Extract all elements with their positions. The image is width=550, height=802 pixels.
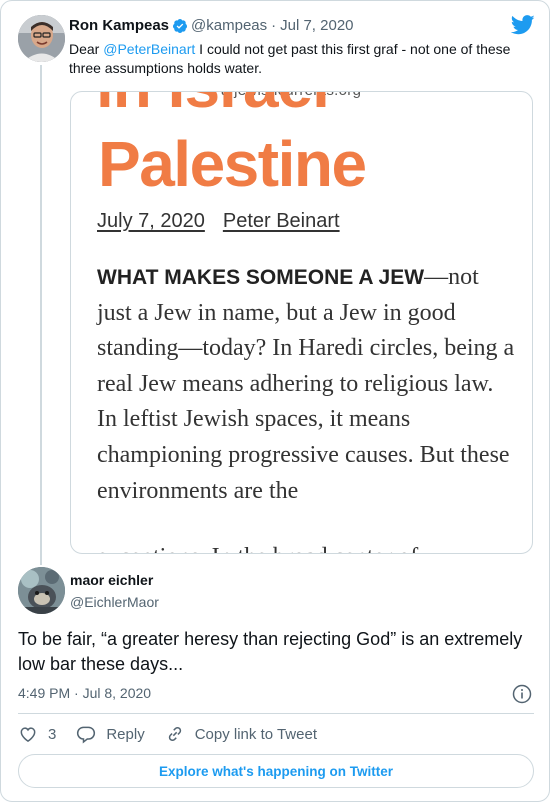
divider (18, 713, 534, 714)
author-handle[interactable]: @kampeas (191, 17, 267, 34)
mention-link[interactable]: @PeterBeinart (103, 41, 195, 57)
info-icon[interactable] (512, 684, 532, 704)
verified-badge-icon (173, 18, 188, 33)
reply-author-handle[interactable]: @EichlerMaor (70, 594, 159, 610)
copy-link-label: Copy link to Tweet (194, 725, 317, 743)
tweet-date[interactable]: Jul 7, 2020 (280, 17, 353, 34)
reply-author-name[interactable]: maor eichler (70, 572, 153, 588)
tweet-text-part: Dear (69, 41, 104, 57)
tweet-media-image[interactable]: a jewishcurrents.org in Israel Palestine… (70, 91, 533, 554)
reply-icon (77, 726, 96, 744)
avatar[interactable] (18, 567, 65, 614)
parent-tweet-text: Dear @PeterBeinart I could not get past … (69, 40, 519, 78)
article-body: —not just a Jew in name, but a Jew in go… (97, 264, 515, 504)
copy-link-button[interactable]: Copy link to Tweet (165, 724, 317, 744)
image-author: Peter Beinart (222, 210, 340, 232)
thread-line (40, 65, 42, 565)
image-heading-cut: in Israel (96, 92, 330, 122)
dot-separator: · (271, 17, 277, 34)
link-icon (168, 726, 181, 742)
image-heading: Palestine (98, 128, 367, 200)
explore-twitter-button[interactable]: Explore what's happening on Twitter (18, 754, 534, 788)
image-article-text: WHAT MAKES SOMEONE A JEW—not just a Jew … (97, 260, 517, 509)
reply-label: Reply (106, 725, 145, 743)
image-byline: July 7, 2020 Peter Beinart (97, 210, 340, 233)
tweet-actions: 3 Reply Copy link to Tweet (18, 723, 317, 745)
avatar[interactable] (18, 15, 65, 62)
article-cutoff-line: exceptions. In the broad center of (97, 544, 418, 553)
like-count: 3 (48, 725, 57, 743)
article-lead: WHAT MAKES SOMEONE A JEW (97, 266, 425, 289)
reply-button[interactable]: Reply (76, 724, 145, 744)
author-name[interactable]: Ron Kampeas (69, 17, 169, 34)
reply-timestamp[interactable]: 4:49 PM · Jul 8, 2020 (18, 685, 151, 701)
parent-tweet-header: Ron Kampeas @kampeas · Jul 7, 2020 (69, 17, 354, 34)
image-date: July 7, 2020 (97, 210, 205, 232)
twitter-bird-icon[interactable] (511, 15, 535, 35)
tweet-card: Ron Kampeas @kampeas · Jul 7, 2020 Dear … (0, 0, 550, 802)
reply-tweet-text: To be fair, “a greater heresy than rejec… (18, 629, 523, 674)
like-button[interactable]: 3 (18, 724, 56, 744)
heart-icon (20, 727, 36, 742)
